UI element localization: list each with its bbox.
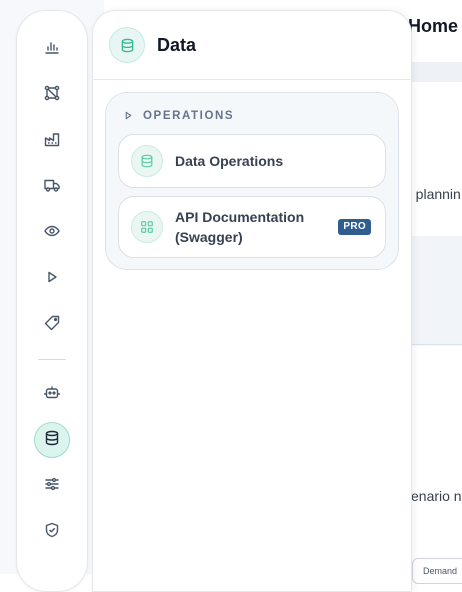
factory-icon [44, 131, 60, 152]
eye-icon [44, 223, 60, 244]
page-title: Home [408, 16, 459, 36]
content-snippet: o plannin [404, 186, 461, 202]
data-flyout-panel: Data OPERATIONS Data Operations API Docu… [92, 10, 412, 592]
grid-icon [131, 211, 163, 243]
database-icon [109, 27, 145, 63]
panel-header: Data [93, 11, 411, 80]
rail-analytics-button[interactable] [34, 31, 70, 67]
demand-tab-label: Demand [423, 566, 458, 576]
rail-network-button[interactable] [34, 77, 70, 113]
truck-icon [44, 177, 60, 198]
rail-security-button[interactable] [34, 514, 70, 550]
database-icon [131, 145, 163, 177]
robot-icon [44, 384, 60, 405]
rail-pricing-button[interactable] [34, 307, 70, 343]
icon-rail [16, 10, 88, 592]
tag-icon [44, 315, 60, 336]
group-label: OPERATIONS [143, 110, 235, 122]
rail-factory-button[interactable] [34, 123, 70, 159]
rail-divider [38, 359, 66, 360]
rail-assistant-button[interactable] [34, 376, 70, 412]
shield-check-icon [44, 522, 60, 543]
panel-title: Data [157, 35, 197, 55]
chevron-right-icon [124, 107, 133, 125]
network-icon [44, 85, 60, 106]
content-snippet: cenario n [404, 488, 462, 504]
rail-data-button[interactable] [34, 422, 70, 458]
rail-run-button[interactable] [34, 261, 70, 297]
demand-tab[interactable]: Demand [412, 558, 462, 584]
menu-item-label: Data Operations [175, 153, 284, 169]
menu-item-data-operations[interactable]: Data Operations [118, 134, 386, 188]
operations-group-toggle[interactable]: OPERATIONS [124, 107, 234, 125]
rail-visibility-button[interactable] [34, 215, 70, 251]
play-icon [44, 269, 60, 290]
rail-logistics-button[interactable] [34, 169, 70, 205]
sliders-icon [44, 476, 60, 497]
bar-chart-icon [44, 39, 60, 60]
database-icon [44, 430, 60, 451]
rail-settings-button[interactable] [34, 468, 70, 504]
operations-group: OPERATIONS Data Operations API Documenta… [105, 92, 399, 270]
menu-item-api-documentation[interactable]: API Documentation (Swagger) PRO [118, 196, 386, 258]
pro-badge: PRO [338, 219, 371, 235]
menu-item-label: API Documentation (Swagger) [175, 209, 305, 245]
